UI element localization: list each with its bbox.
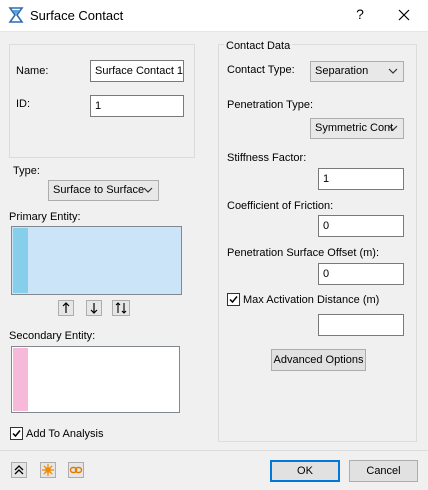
title-bar: Surface Contact ? [0,0,428,31]
offset-field[interactable]: 0 [318,263,404,285]
checkmark-icon [229,296,238,304]
close-icon[interactable] [394,5,414,25]
secondary-entity-label: Secondary Entity: [9,330,96,342]
secondary-entity-list[interactable] [11,346,180,413]
ok-button[interactable]: OK [270,460,340,482]
chevron-down-icon [388,125,398,131]
friction-label: Coefficient of Friction: [227,200,334,212]
primary-entity-list[interactable] [11,226,182,295]
starburst-icon [42,464,54,476]
primary-color-swatch [13,228,28,293]
cancel-button[interactable]: Cancel [349,460,418,482]
link-button[interactable] [68,462,84,478]
penetration-type-value: Symmetric Cont [315,122,394,134]
checkmark-icon [12,430,21,438]
move-up-button[interactable] [58,300,74,316]
id-field[interactable]: 1 [90,95,184,117]
add-to-analysis-checkbox[interactable] [10,427,23,440]
penetration-type-label: Penetration Type: [227,99,314,111]
type-select-value: Surface to Surface [53,184,145,196]
type-select[interactable]: Surface to Surface [48,180,159,201]
advanced-options-button[interactable]: Advanced Options [271,349,366,371]
add-to-analysis-label: Add To Analysis [26,428,104,440]
arrow-up-icon [62,302,70,313]
footer-divider [0,450,428,451]
help-button[interactable]: ? [352,6,368,24]
collapse-button[interactable] [11,462,27,478]
friction-field[interactable]: 0 [318,215,404,237]
contact-type-value: Separation [315,65,369,77]
max-activation-field[interactable] [318,314,404,336]
stiffness-label: Stiffness Factor: [227,152,307,164]
max-activation-label: Max Activation Distance (m) [243,294,380,306]
window-title: Surface Contact [30,8,124,23]
primary-entity-label: Primary Entity: [9,211,81,223]
id-label: ID: [16,98,31,110]
contact-data-title: Contact Data [224,40,293,52]
swap-button[interactable] [112,300,130,316]
name-field[interactable]: Surface Contact 1 [90,60,184,82]
contact-type-select[interactable]: Separation [310,61,404,82]
name-label: Name: [16,65,49,77]
arrow-down-icon [90,303,98,314]
move-down-button[interactable] [86,300,102,316]
swap-arrows-icon [115,302,127,314]
max-activation-checkbox[interactable] [227,293,240,306]
secondary-color-swatch [13,348,28,411]
app-logo-icon [8,7,24,23]
stiffness-field[interactable]: 1 [318,168,404,190]
create-button[interactable] [40,462,56,478]
penetration-type-select[interactable]: Symmetric Cont [310,118,404,139]
contact-type-label: Contact Type: [227,64,295,76]
type-label: Type: [13,165,40,177]
chevron-down-icon [143,187,153,193]
offset-label: Penetration Surface Offset (m): [227,247,380,259]
chevron-down-icon [388,68,398,74]
link-chain-icon [69,466,83,474]
double-chevron-up-icon [14,465,24,475]
